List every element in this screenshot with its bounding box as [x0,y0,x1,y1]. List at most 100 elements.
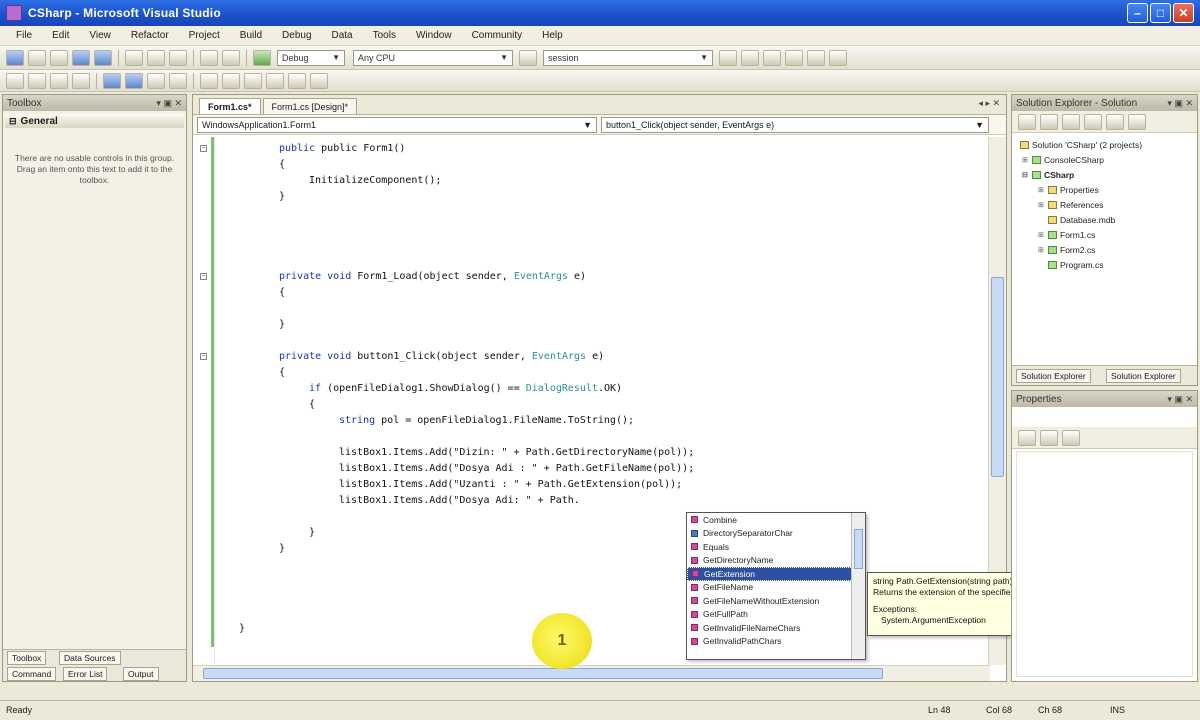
menu-community[interactable]: Community [462,30,533,41]
intellisense-item[interactable]: GetInvalidFileNameChars [687,621,865,635]
scrollbar-thumb[interactable] [854,529,863,569]
previous-bookmark-folder-icon[interactable] [266,72,284,89]
intellisense-list[interactable]: Combine DirectorySeparatorChar Equals Ge… [686,512,866,660]
scrollbar-thumb[interactable] [991,277,1004,477]
collapse-icon[interactable]: − [200,145,207,152]
view-code-icon[interactable] [1084,113,1102,130]
intellisense-item-selected[interactable]: GetExtension [687,567,865,581]
start-page-icon[interactable] [829,49,847,66]
undo-icon[interactable] [200,49,218,66]
expand-icon[interactable]: ⊞ [1022,156,1032,164]
tab-form1-design[interactable]: Form1.cs [Design]* [262,98,358,114]
previous-bookmark-icon[interactable] [222,72,240,89]
tab-output[interactable]: Output [123,667,159,681]
start-debugging-icon[interactable] [253,49,271,66]
tab-error-list[interactable]: Error List [63,667,108,681]
menu-build[interactable]: Build [230,30,272,41]
intellisense-item[interactable]: Combine [687,513,865,527]
intellisense-item[interactable]: GetFileName [687,581,865,595]
save-all-icon[interactable] [94,49,112,66]
menu-project[interactable]: Project [179,30,230,41]
object-browser-icon[interactable] [785,49,803,66]
tab-close-controls[interactable]: ◂ ▸ ✕ [978,98,1000,109]
tree-item-project[interactable]: ⊞ ConsoleCSharp [1022,155,1104,165]
solution-platform-combo[interactable]: Any CPU ▼ [353,49,513,66]
menu-edit[interactable]: Edit [42,30,79,41]
toggle-bookmark-icon[interactable] [200,72,218,89]
tree-item-file[interactable]: Program.cs [1048,260,1103,270]
intellisense-item[interactable]: GetInvalidPathChars [687,635,865,649]
tab-toolbox[interactable]: Toolbox [7,651,47,665]
toolbox-icon[interactable] [807,49,825,66]
menu-help[interactable]: Help [532,30,573,41]
horizontal-scrollbar[interactable] [193,665,990,681]
show-all-files-icon[interactable] [1040,113,1058,130]
find-combo[interactable]: session ▼ [543,49,713,66]
collapse-icon[interactable]: ⊟ [1022,171,1032,179]
tab-command[interactable]: Command [7,667,57,681]
alphabetical-icon[interactable] [1040,429,1058,446]
comment-out-icon[interactable] [147,72,165,89]
display-member-list-icon[interactable] [6,72,24,89]
tree-item-folder[interactable]: ⊞ References [1038,200,1103,210]
pin-close-controls[interactable]: ▾ ▣ ✕ [1167,394,1197,405]
decrease-indent-icon[interactable] [103,72,121,89]
cut-icon[interactable] [125,49,143,66]
find-icon[interactable] [719,49,737,66]
menu-refactor[interactable]: Refactor [121,30,179,41]
save-icon[interactable] [72,49,90,66]
find-in-files-icon[interactable] [519,49,537,66]
collapse-icon[interactable]: − [200,273,207,280]
tree-item-file[interactable]: ⊞ Form2.cs [1038,245,1095,255]
solution-configuration-combo[interactable]: Debug ▼ [277,49,345,66]
menu-debug[interactable]: Debug [272,30,321,41]
view-class-diagram-icon[interactable] [1128,113,1146,130]
next-bookmark-folder-icon[interactable] [288,72,306,89]
uncomment-icon[interactable] [169,72,187,89]
intellisense-item[interactable]: GetFileNameWithoutExtension [687,594,865,608]
properties-grid[interactable] [1016,451,1193,677]
close-button[interactable]: ✕ [1173,3,1194,23]
increase-indent-icon[interactable] [125,72,143,89]
new-project-icon[interactable] [6,49,24,66]
menu-data[interactable]: Data [322,30,363,41]
menu-view[interactable]: View [79,30,121,41]
next-bookmark-icon[interactable] [244,72,262,89]
pin-close-controls[interactable]: ▾ ▣ ✕ [156,98,186,109]
menu-window[interactable]: Window [406,30,462,41]
categorized-icon[interactable] [1018,429,1036,446]
types-combo[interactable]: WindowsApplication1.Form1 ▼ [197,116,597,133]
view-designer-icon[interactable] [1106,113,1124,130]
intellisense-item[interactable]: GetFullPath [687,608,865,622]
collapse-icon[interactable]: − [200,353,207,360]
solution-explorer-icon[interactable] [741,49,759,66]
scrollbar-thumb[interactable] [203,668,883,679]
intellisense-item[interactable]: DirectorySeparatorChar [687,527,865,541]
expand-icon[interactable]: ⊞ [1038,231,1048,239]
paste-icon[interactable] [169,49,187,66]
add-item-icon[interactable] [28,49,46,66]
intellisense-scrollbar[interactable] [851,513,865,659]
members-combo[interactable]: button1_Click(object sender, EventArgs e… [601,116,989,133]
display-parameter-info-icon[interactable] [28,72,46,89]
tree-item-folder[interactable]: ⊞ Properties [1038,185,1099,195]
tab-form1-cs[interactable]: Form1.cs* [199,98,261,114]
complete-word-icon[interactable] [72,72,90,89]
refresh-icon[interactable] [1062,113,1080,130]
display-quick-info-icon[interactable] [50,72,68,89]
minimize-button[interactable]: – [1127,3,1148,23]
pin-close-controls[interactable]: ▾ ▣ ✕ [1167,98,1197,109]
tree-item-solution[interactable]: Solution 'CSharp' (2 projects) [1020,140,1142,150]
clear-bookmarks-icon[interactable] [310,72,328,89]
properties-icon[interactable] [1018,113,1036,130]
open-file-icon[interactable] [50,49,68,66]
expand-icon[interactable]: ⊞ [1038,186,1048,194]
intellisense-item[interactable]: GetDirectoryName [687,554,865,568]
tree-item-file[interactable]: ⊞ Form1.cs [1038,230,1095,240]
copy-icon[interactable] [147,49,165,66]
properties-window-icon[interactable] [763,49,781,66]
redo-icon[interactable] [222,49,240,66]
tab-data-sources[interactable]: Data Sources [59,651,121,665]
expand-icon[interactable]: ⊞ [1038,246,1048,254]
tree-item-project[interactable]: ⊟ CSharp [1022,170,1074,180]
